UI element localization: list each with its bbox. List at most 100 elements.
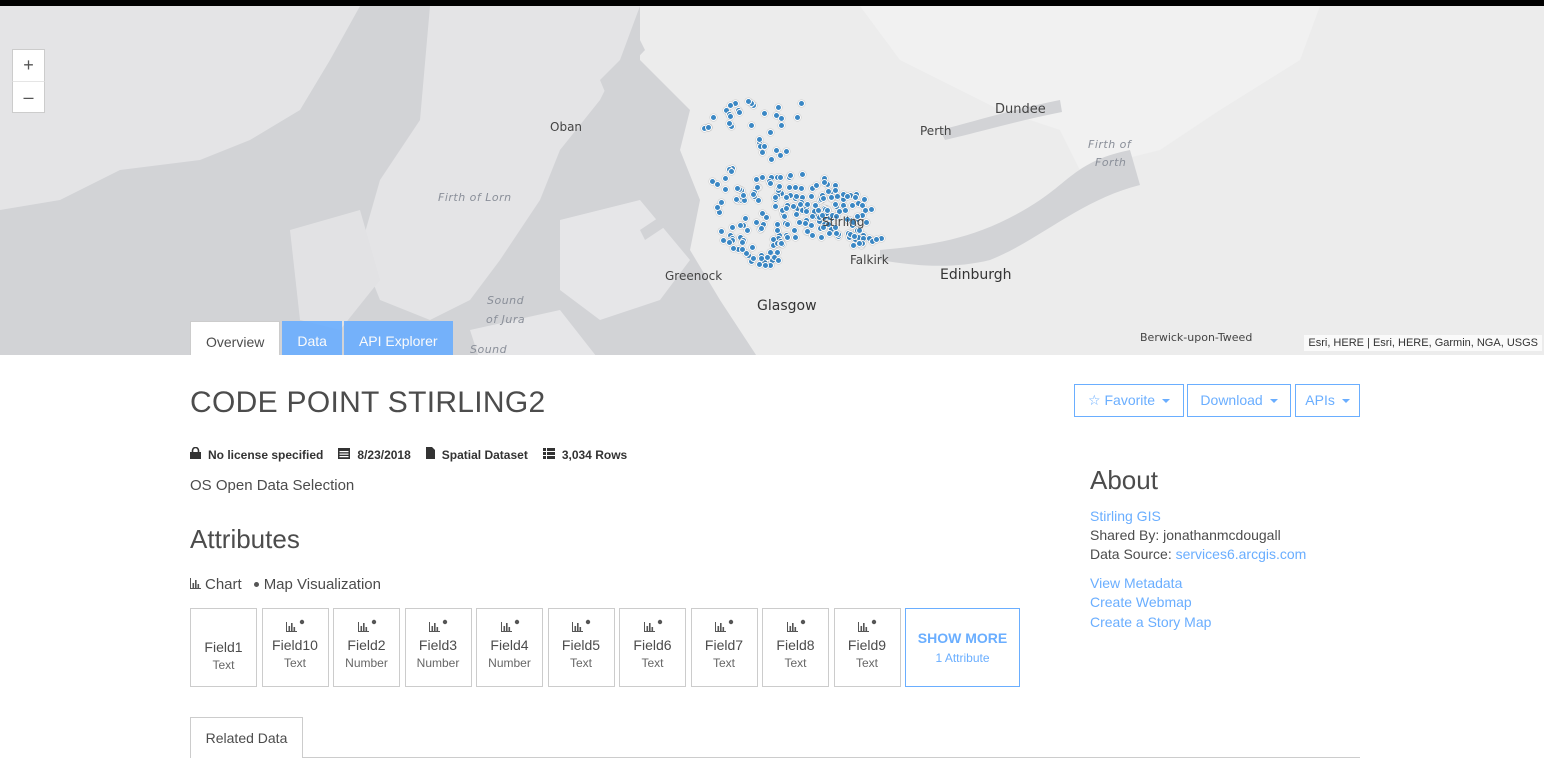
field-type: Text — [283, 656, 306, 670]
data-point[interactable] — [760, 142, 768, 150]
attribute-field-card[interactable]: Field10 Text — [261, 608, 329, 687]
data-point[interactable] — [718, 227, 726, 235]
attribute-field-card[interactable]: Field1 Text — [190, 608, 257, 687]
data-point[interactable] — [851, 193, 859, 201]
data-point[interactable] — [772, 146, 780, 154]
data-point[interactable] — [803, 200, 811, 208]
download-label: Download — [1200, 392, 1263, 408]
data-point[interactable] — [867, 205, 875, 213]
data-point[interactable] — [801, 219, 809, 227]
dot-icon — [253, 582, 259, 587]
data-point[interactable] — [747, 122, 755, 130]
attribute-field-card[interactable]: Field2 Number — [333, 608, 400, 687]
data-point[interactable] — [738, 245, 746, 253]
view-metadata-link[interactable]: View Metadata — [1090, 575, 1182, 591]
attribute-field-card[interactable]: Field8 Text — [762, 608, 829, 687]
data-point[interactable] — [730, 244, 738, 252]
data-point[interactable] — [872, 235, 880, 243]
tab-api-explorer[interactable]: API Explorer — [343, 321, 453, 355]
apis-button[interactable]: APIs — [1295, 384, 1360, 417]
data-point[interactable] — [773, 221, 781, 229]
attribute-field-card[interactable]: Field4 Number — [476, 608, 543, 687]
data-point[interactable] — [773, 227, 781, 235]
map-label-perth: Perth — [920, 124, 952, 138]
attribute-field-card[interactable]: Field6 Text — [619, 608, 686, 687]
chart-map-icons — [477, 619, 542, 637]
org-link[interactable]: Stirling GIS — [1090, 508, 1161, 524]
data-point[interactable] — [791, 183, 799, 191]
data-point[interactable] — [821, 178, 829, 186]
field-name: Field5 — [561, 637, 601, 653]
data-point[interactable] — [832, 229, 840, 237]
data-point[interactable] — [766, 180, 774, 188]
zoom-in-button[interactable]: + — [12, 49, 45, 81]
attribute-field-card[interactable]: Field3 Number — [404, 608, 472, 687]
show-more-label: SHOW MORE — [917, 630, 1008, 646]
map-label-greenock: Greenock — [665, 269, 723, 283]
data-point[interactable] — [755, 261, 763, 269]
data-point[interactable] — [762, 213, 770, 221]
data-point[interactable] — [808, 231, 816, 239]
data-point[interactable] — [850, 232, 858, 240]
tab-overview[interactable]: Overview — [190, 321, 281, 355]
favorite-button[interactable]: ☆ Favorite — [1074, 384, 1184, 417]
create-webmap-link[interactable]: Create Webmap — [1090, 594, 1192, 610]
data-point[interactable] — [797, 99, 805, 107]
download-button[interactable]: Download — [1187, 384, 1291, 417]
data-point[interactable] — [744, 226, 751, 234]
data-source-link[interactable]: services6.arcgis.com — [1176, 546, 1307, 562]
field-name: Field3 — [418, 637, 458, 653]
type-meta: Spatial Dataset — [425, 447, 528, 462]
data-point[interactable] — [736, 221, 744, 229]
map-label-firth-of: Firth of — [1088, 138, 1132, 151]
field-name: Field8 — [776, 637, 815, 653]
data-point[interactable] — [705, 123, 713, 131]
map-label-of-jura: of Jura — [486, 313, 526, 326]
date-meta: 8/23/2018 — [338, 447, 411, 462]
data-point[interactable] — [767, 155, 775, 163]
data-point[interactable] — [750, 255, 758, 262]
data-point[interactable] — [764, 254, 772, 262]
field-type: Text — [855, 656, 878, 670]
data-point[interactable] — [728, 167, 736, 175]
data-point[interactable] — [739, 238, 747, 246]
legend-map: Map Visualization — [253, 576, 381, 593]
chart-map-icons — [692, 619, 757, 637]
create-story-map-link[interactable]: Create a Story Map — [1090, 614, 1211, 630]
data-point[interactable] — [798, 171, 806, 179]
license-text: No license specified — [208, 447, 324, 462]
data-point[interactable] — [778, 114, 786, 122]
map-label-glasgow: Glasgow — [757, 298, 817, 314]
data-point[interactable] — [757, 225, 765, 233]
data-point[interactable] — [755, 196, 763, 204]
zoom-out-button[interactable]: – — [12, 81, 45, 113]
data-point[interactable] — [786, 172, 794, 180]
show-more-button[interactable]: SHOW MORE 1 Attribute — [905, 608, 1020, 687]
field-name: Field4 — [490, 637, 529, 653]
data-point[interactable] — [732, 196, 740, 204]
tab-related-data[interactable]: Related Data — [190, 717, 303, 758]
map-view[interactable]: Dundee Oban Perth Firth of Forth Firth o… — [0, 0, 1544, 355]
attribute-field-card[interactable]: Field5 Text — [547, 608, 615, 687]
data-point[interactable] — [791, 233, 799, 241]
attribute-field-card[interactable]: Field7 Text — [690, 608, 758, 687]
tab-data[interactable]: Data — [282, 321, 342, 355]
data-point[interactable] — [798, 184, 806, 192]
favorite-label: Favorite — [1104, 392, 1156, 408]
data-point[interactable] — [819, 194, 827, 202]
map-label-dundee: Dundee — [995, 102, 1046, 117]
data-point[interactable] — [780, 212, 788, 220]
field-type: Number — [488, 656, 531, 670]
data-point[interactable] — [807, 192, 815, 200]
data-point[interactable] — [721, 175, 729, 183]
data-point[interactable] — [841, 206, 849, 214]
date-text: 8/23/2018 — [357, 447, 411, 462]
attribute-field-card[interactable]: Field9 Text — [833, 608, 901, 687]
data-point[interactable] — [782, 204, 790, 212]
field-type: Text — [641, 656, 664, 670]
data-point[interactable] — [728, 224, 736, 232]
chart-map-icons — [406, 619, 471, 637]
chart-map-icons — [334, 619, 399, 637]
chart-map-icons — [549, 619, 614, 637]
chart-map-icons — [263, 619, 328, 637]
